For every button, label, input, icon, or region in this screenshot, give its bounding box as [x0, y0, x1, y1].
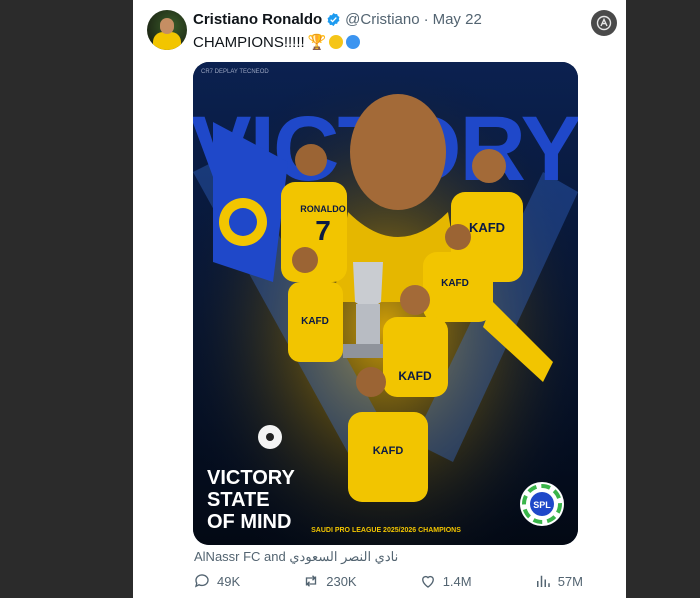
repost-icon: [306, 575, 317, 587]
tweet-text-body: CHAMPIONS!!!!!: [193, 33, 305, 51]
player-portrait: [350, 94, 446, 210]
repost-count: 230K: [326, 573, 357, 589]
player-kneeling: [348, 412, 428, 502]
avatar-head: [160, 18, 174, 34]
reply-button[interactable]: 49K: [193, 572, 240, 590]
spl-logo-text: SPL: [533, 500, 551, 510]
trophy-emoji: 🏆: [307, 34, 327, 51]
repost-button[interactable]: 230K: [302, 572, 357, 590]
tweet-text: CHAMPIONS!!!!! 🏆: [193, 33, 361, 51]
jersey-name: RONALDO: [300, 204, 346, 214]
grok-glyph-icon: [596, 15, 612, 31]
poster-tagline-line3: OF MIND: [207, 511, 291, 533]
jersey-sponsor-right: KAFD: [469, 220, 505, 235]
poster-tagline-line1: VICTORY: [207, 467, 295, 489]
like-count: 1.4M: [442, 573, 472, 589]
verified-badge-icon: [327, 12, 340, 27]
author-handle[interactable]: @Cristiano: [345, 11, 419, 28]
poster-graphic: VICTORY CR7 DEPLAY TECNEOD RONALDO 7 KAF…: [193, 62, 578, 545]
tweet-header: Cristiano Ronaldo @Cristiano · May 22: [193, 11, 482, 28]
heart-icon: [421, 575, 434, 588]
avatar[interactable]: [147, 10, 187, 50]
avatar-shirt: [153, 32, 181, 50]
views-button[interactable]: 57M: [534, 572, 583, 590]
separator-dot: ·: [423, 11, 429, 28]
blue-circle-icon: [346, 35, 361, 49]
jersey-sponsor-center: KAFD: [398, 369, 432, 383]
reply-count: 49K: [217, 573, 241, 589]
jersey-sponsor-midleft: KAFD: [301, 316, 329, 327]
yellow-circle-icon: [329, 35, 344, 49]
reply-icon: [194, 574, 209, 588]
tweet-media-image[interactable]: VICTORY CR7 DEPLAY TECNEOD RONALDO 7 KAF…: [193, 62, 578, 545]
jersey-sponsor-jumping: KAFD: [441, 278, 469, 289]
jersey-number: 7: [315, 215, 331, 246]
jersey-sponsor-kneeling: KAFD: [373, 445, 404, 457]
views-bar-chart-icon: [536, 575, 550, 587]
player-center: [383, 317, 448, 397]
poster-tagline-line2: STATE: [207, 489, 270, 511]
tweet-actions: 49K 230K 1.4M 57M: [193, 572, 583, 590]
media-tag-caption[interactable]: AlNassr FC and نادي النصر السعودي: [194, 549, 398, 565]
tweet-date[interactable]: May 22: [433, 11, 482, 28]
trophy: [353, 262, 383, 307]
poster-top-marks: CR7 DEPLAY TECNEOD: [201, 69, 269, 75]
views-count: 57M: [557, 573, 583, 589]
grok-icon[interactable]: [591, 10, 617, 36]
like-button[interactable]: 1.4M: [419, 572, 472, 590]
author-name[interactable]: Cristiano Ronaldo: [193, 11, 322, 28]
poster-footer: SAUDI PRO LEAGUE 2025/2026 CHAMPIONS: [311, 527, 461, 534]
tweet-card[interactable]: Cristiano Ronaldo @Cristiano · May 22 CH…: [133, 0, 626, 598]
